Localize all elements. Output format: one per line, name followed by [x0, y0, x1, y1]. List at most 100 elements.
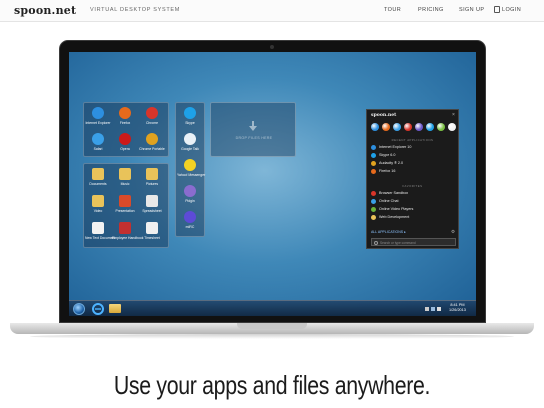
- landing-page: spoon.net VIRTUAL DESKTOP SYSTEM TOUR PR…: [0, 0, 544, 408]
- desktop-shortcut-label: Google Talk: [181, 147, 199, 151]
- desktop-shortcut-label: Chrome: [145, 121, 159, 125]
- desktop-shortcut-label: Chrome Portable: [139, 147, 165, 151]
- panel-app-row[interactable]: Browser Sandbox: [371, 190, 456, 197]
- desktop-shortcut[interactable]: Yahoo! Messenger: [177, 159, 205, 177]
- pidgin-icon: [184, 185, 196, 197]
- camera-dot: [270, 45, 274, 49]
- document-icon: [146, 195, 158, 207]
- desktop-shortcut[interactable]: Pidgin: [177, 185, 203, 203]
- panel-app-icon[interactable]: [382, 123, 390, 131]
- document-icon: [119, 195, 131, 207]
- desktop-shortcut[interactable]: Music: [112, 168, 138, 186]
- panel-gear-icon[interactable]: ⚙: [451, 229, 455, 235]
- desktop-shortcut[interactable]: Chrome: [139, 107, 165, 125]
- taskbar: 8:41 PM 1/26/2013: [69, 300, 476, 316]
- all-applications-link[interactable]: ALL APPLICATIONS ▸: [371, 230, 406, 234]
- taskbar-folder-icon[interactable]: [109, 304, 121, 313]
- panel-app-icon[interactable]: [448, 123, 456, 131]
- desktop-shortcut-label: Video: [93, 209, 103, 213]
- panel-app-row[interactable]: Skype 6.0: [371, 152, 456, 159]
- panel-app-icon[interactable]: [415, 123, 423, 131]
- ie-icon: [92, 107, 104, 119]
- desktop-shortcut-label: Pidgin: [185, 199, 195, 203]
- panel-app-label: Web Development: [379, 215, 410, 219]
- panel-app-label: Online Video Players: [379, 207, 414, 211]
- chrome-icon: [146, 107, 158, 119]
- desktop-shortcut-label: Presentation: [115, 209, 135, 213]
- panel-app-label: Internet Explorer 10: [379, 145, 412, 149]
- panel-app-row[interactable]: Internet Explorer 10: [371, 144, 456, 151]
- desktop-shortcut[interactable]: Pictures: [139, 168, 165, 186]
- panel-app-label: Skype 6.0: [379, 153, 396, 157]
- chrome-icon: [146, 133, 158, 145]
- desktop-shortcut-label: Employee Handbook: [112, 236, 144, 240]
- desktop-shortcut-label: Internet Explorer: [85, 121, 111, 125]
- folder-icon: [119, 168, 131, 180]
- folder-icon: [92, 195, 104, 207]
- app-icon: [371, 153, 376, 158]
- panel-app-icon[interactable]: [426, 123, 434, 131]
- panel-app-icon[interactable]: [404, 123, 412, 131]
- nav-link-tour[interactable]: TOUR: [384, 7, 401, 13]
- desktop-shortcut[interactable]: New Text Document: [85, 222, 115, 240]
- clock-date: 1/26/2013: [449, 308, 466, 312]
- desktop-shortcut[interactable]: Employee Handbook: [112, 222, 144, 240]
- desktop-shortcut[interactable]: Spreadsheet: [139, 195, 165, 213]
- desktop-shortcut[interactable]: Google Talk: [177, 133, 203, 151]
- desktop-shortcut[interactable]: Firefox: [112, 107, 138, 125]
- desktop-shortcut-label: Timesheet: [144, 236, 160, 240]
- panel-search-input[interactable]: Search or type command: [371, 238, 456, 246]
- desktop-shortcut[interactable]: Safari: [85, 133, 111, 151]
- desktop-shortcut-label: Opera: [120, 147, 130, 151]
- desktop-shortcut[interactable]: Timesheet: [139, 222, 165, 240]
- panel-section-recent: RECENT APPLICATIONS: [391, 138, 434, 142]
- panel-app-row[interactable]: Online Video Players: [371, 206, 456, 213]
- drop-zone[interactable]: DROP FILES HERE: [210, 102, 296, 157]
- top-navigation-bar: spoon.net VIRTUAL DESKTOP SYSTEM TOUR PR…: [0, 0, 544, 22]
- opera-icon: [119, 133, 131, 145]
- panel-app-row[interactable]: Online Chat: [371, 198, 456, 205]
- desktop-shortcut[interactable]: mIRC: [177, 211, 203, 229]
- taskbar-clock[interactable]: 8:41 PM 1/26/2013: [449, 303, 466, 313]
- application-panel: spoon.net × RECENT APPLICATIONS Internet…: [366, 109, 459, 249]
- desktop-shortcut-label: Safari: [93, 147, 103, 151]
- nav-link-signup[interactable]: SIGN UP: [459, 7, 484, 13]
- skype-icon: [184, 107, 196, 119]
- drop-arrow-icon: [249, 121, 257, 131]
- panel-app-row[interactable]: Web Development: [371, 214, 456, 221]
- panel-app-row[interactable]: Firefox 16: [371, 168, 456, 175]
- panel-app-icon[interactable]: [393, 123, 401, 131]
- desktop-shortcut[interactable]: Presentation: [112, 195, 138, 213]
- start-button[interactable]: [73, 303, 85, 315]
- taskbar-ie-icon[interactable]: [91, 303, 105, 315]
- desktop-shortcut-label: Pictures: [145, 182, 159, 186]
- panel-app-row[interactable]: Audacity ® 2.0: [371, 160, 456, 167]
- panel-app-icon[interactable]: [437, 123, 445, 131]
- desktop-shortcut[interactable]: Documents: [85, 168, 111, 186]
- yahoo-icon: [184, 159, 196, 171]
- system-tray-icons[interactable]: [425, 306, 445, 312]
- nav-link-login[interactable]: LOGIN: [502, 7, 521, 13]
- desktop-shortcut-label: mIRC: [185, 225, 195, 229]
- nav-link-pricing[interactable]: PRICING: [418, 7, 444, 13]
- panel-close-icon[interactable]: ×: [452, 112, 455, 118]
- panel-app-label: Online Chat: [379, 199, 399, 203]
- app-icon: [371, 191, 376, 196]
- panel-app-icon[interactable]: [371, 123, 379, 131]
- site-logo[interactable]: spoon.net: [14, 4, 76, 17]
- desktop-shortcut[interactable]: Video: [85, 195, 111, 213]
- document-icon: [92, 222, 104, 234]
- site-tagline: VIRTUAL DESKTOP SYSTEM: [90, 7, 181, 13]
- desktop-shortcut[interactable]: Opera: [112, 133, 138, 151]
- panel-search-placeholder: Search or type command: [380, 240, 416, 245]
- panel-app-label: Audacity ® 2.0: [379, 161, 404, 165]
- app-icon: [371, 169, 376, 174]
- desktop-shortcut-label: Firefox: [119, 121, 131, 125]
- desktop-shortcut-label: Documents: [89, 182, 107, 186]
- safari-icon: [92, 133, 104, 145]
- desktop-shortcut[interactable]: Skype: [177, 107, 203, 125]
- desktop-shortcut[interactable]: Chrome Portable: [139, 133, 165, 151]
- login-icon[interactable]: [494, 6, 500, 13]
- panel-logo: spoon.net: [371, 113, 397, 118]
- desktop-shortcut[interactable]: Internet Explorer: [85, 107, 111, 125]
